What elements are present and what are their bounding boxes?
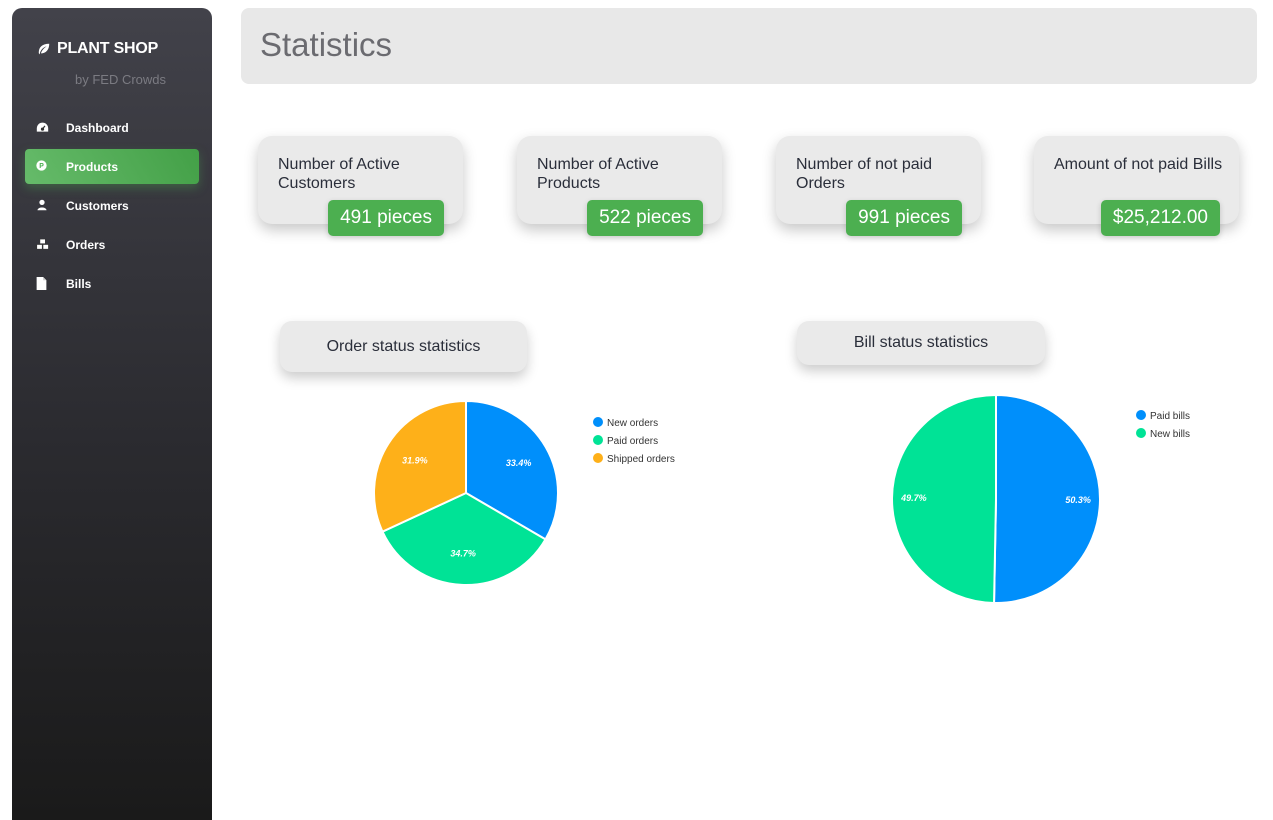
legend-item-paid-bills[interactable]: Paid bills <box>1150 411 1190 422</box>
legend-marker <box>1136 410 1146 420</box>
legend-item-shipped-orders[interactable]: Shipped orders <box>607 454 675 465</box>
charts-canvas: 33.4% 34.7% 31.9% New orders Paid orders Ship… <box>373 393 1190 605</box>
pie-chart-0: 33.4% 34.7% 31.9% New orders Paid orders Ship… <box>373 399 675 586</box>
pie-slice-label: 50.3% <box>1065 495 1091 505</box>
pie-slice-label: 34.7% <box>450 549 476 559</box>
pie-chart-1: 50.3% 49.7% Paid bills New bills <box>891 393 1190 605</box>
legend-marker <box>1136 428 1146 438</box>
legend-marker <box>593 435 603 445</box>
pie-slice-label: 31.9% <box>402 455 428 465</box>
pie-slice-label: 49.7% <box>900 493 927 503</box>
legend-item-new-bills[interactable]: New bills <box>1150 429 1190 440</box>
legend-item-new-orders[interactable]: New orders <box>607 418 658 429</box>
legend-item-paid-orders[interactable]: Paid orders <box>607 436 658 447</box>
legend-marker <box>593 417 603 427</box>
legend-marker <box>593 453 603 463</box>
pie-slice-label: 33.4% <box>506 458 532 468</box>
